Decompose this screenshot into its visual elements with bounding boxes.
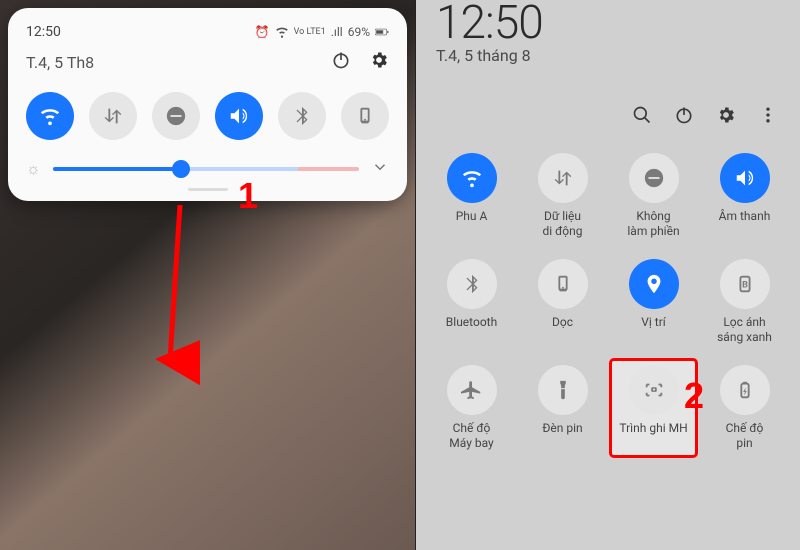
airplane-tile[interactable]: Chế độMáy bay [428,359,515,457]
brightness-row: ☼ [26,158,389,180]
data-toggle[interactable] [89,92,137,140]
annotation-2: 2 [684,375,704,417]
location-tile-label: Vị trí [641,315,666,345]
rotation-tile-icon[interactable] [538,259,588,309]
right-screenshot: 12:50 T.4, 5 tháng 8 Phu A Dữ liệudi động… [415,0,800,550]
location-tile[interactable]: Vị trí [610,253,697,351]
location-tile-icon[interactable] [629,259,679,309]
rotation-tile[interactable]: Dọc [519,253,606,351]
date-label: T.4, 5 Th8 [26,53,94,72]
sound-tile-label: Âm thanh [719,209,771,239]
more-icon[interactable] [758,105,778,129]
clock: 12:50 [26,24,61,40]
battery-tile-icon[interactable] [720,365,770,415]
dnd-tile[interactable]: Khônglàm phiền [610,147,697,245]
sound-toggle[interactable] [215,92,263,140]
airplane-tile-icon[interactable] [447,365,497,415]
dnd-tile-icon[interactable] [629,153,679,203]
sound-tile-icon[interactable] [720,153,770,203]
bluelight-tile-icon[interactable]: B [720,259,770,309]
swipe-down-arrow [140,205,200,385]
mobile-data-tile[interactable]: Dữ liệudi động [519,147,606,245]
screen-record-tile-icon[interactable] [629,365,679,415]
bluetooth-tile-label: Bluetooth [446,315,497,345]
bluetooth-tile[interactable]: Bluetooth [428,253,515,351]
dnd-toggle[interactable] [152,92,200,140]
annotation-1: 1 [238,175,258,217]
bluetooth-tile-icon[interactable] [447,259,497,309]
brightness-thumb[interactable] [172,160,190,178]
battery-tile-label: Chế độpin [726,421,764,451]
mobile-data-tile-icon[interactable] [538,153,588,203]
power-icon[interactable] [331,50,351,74]
wifi-tile[interactable]: Phu A [428,147,515,245]
sound-tile[interactable]: Âm thanh [701,147,788,245]
drag-handle[interactable] [188,188,228,191]
flashlight-tile-label: Đèn pin [542,421,582,451]
wifi-tile-icon[interactable] [447,153,497,203]
quick-settings-row [26,92,389,140]
clock-large: 12:50 [436,0,780,50]
status-bar: 12:50 ⏰ Vo LTE1 .ıll 69% [26,24,389,40]
wifi-status-icon [275,25,289,39]
battery-icon [375,25,389,39]
wifi-toggle[interactable] [26,92,74,140]
alarm-icon: ⏰ [255,25,270,39]
expand-brightness-icon[interactable] [371,158,389,180]
dnd-tile-label: Khônglàm phiền [627,209,679,239]
status-icons: ⏰ Vo LTE1 .ıll 69% [255,25,389,39]
brightness-slider[interactable] [53,167,359,171]
bluelight-tile[interactable]: B Lọc ánhsáng xanh [701,253,788,351]
volte-icon: Vo LTE1 [294,27,326,37]
settings-icon[interactable] [716,105,736,129]
date-row: T.4, 5 Th8 [26,50,389,74]
rotation-tile-label: Dọc [552,315,573,345]
flashlight-tile-icon[interactable] [538,365,588,415]
utility-row [416,65,800,139]
signal-icon: .ıll [331,25,343,39]
svg-text:B: B [742,281,748,291]
flashlight-tile[interactable]: Đèn pin [519,359,606,457]
power-icon[interactable] [674,105,694,129]
airplane-tile-label: Chế độMáy bay [449,421,493,451]
battery-text: 69% [348,25,370,39]
quick-settings-grid: Phu A Dữ liệudi động Khônglàm phiền Âm than… [416,139,800,457]
left-screenshot: 12:50 ⏰ Vo LTE1 .ıll 69% T.4, 5 Th8 [0,0,415,550]
bluetooth-toggle[interactable] [278,92,326,140]
wifi-tile-label: Phu A [456,209,488,239]
screen-record-tile-label: Trình ghi MH [619,421,687,451]
date-large: T.4, 5 tháng 8 [436,46,780,65]
mobile-data-tile-label: Dữ liệudi động [542,209,582,239]
expanded-header: 12:50 T.4, 5 tháng 8 [416,0,800,65]
brightness-icon: ☼ [26,159,41,179]
rotation-toggle[interactable] [341,92,389,140]
search-icon[interactable] [632,105,652,129]
notification-shade[interactable]: 12:50 ⏰ Vo LTE1 .ıll 69% T.4, 5 Th8 [8,8,407,201]
settings-icon[interactable] [369,50,389,74]
battery-tile[interactable]: Chế độpin [701,359,788,457]
bluelight-tile-label: Lọc ánhsáng xanh [717,315,772,345]
